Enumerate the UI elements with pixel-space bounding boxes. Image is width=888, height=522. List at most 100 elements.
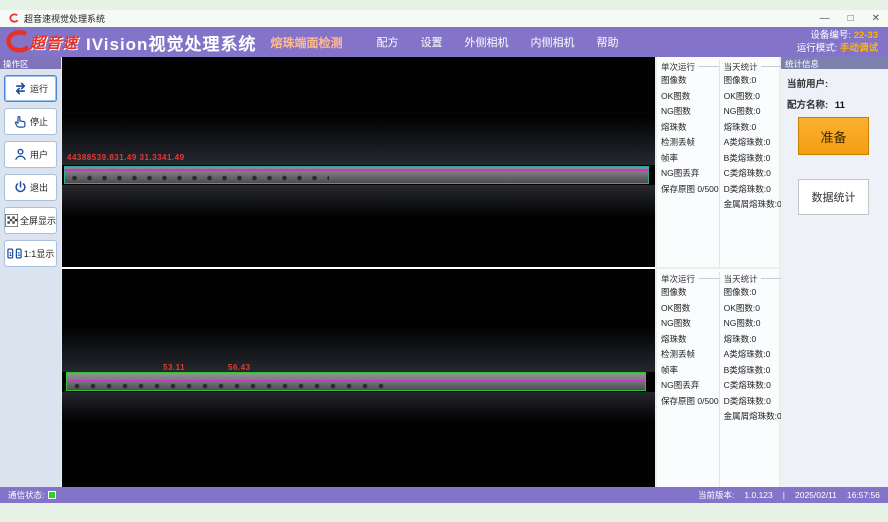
stat-row: A类熔珠数:0 — [724, 347, 782, 363]
today-column: 当天统计 图像数:0OK图数:0NG图数:0熔珠数:0A类熔珠数:0B类熔珠数:… — [719, 60, 782, 267]
stat-row: OK图数 — [661, 301, 719, 317]
hand-stop-icon — [13, 114, 28, 129]
stat-row: 熔珠数:0 — [724, 332, 782, 348]
menu-item[interactable]: 外侧相机 — [464, 34, 508, 50]
application-window: 超音速视觉处理系统 — □ ✕ 超音速 IVision视觉处理系统 熔珠端面检测… — [0, 0, 888, 522]
version-label: 当前版本: — [698, 489, 734, 501]
info-panel: 统计信息 当前用户: 配方名称: 11 准备 数据统计 — [781, 57, 888, 487]
stat-row: D类熔珠数:0 — [724, 182, 782, 198]
one-to-one-button-label: 1:1显示 — [24, 247, 55, 260]
detect-line — [65, 169, 648, 171]
brand-swoosh-icon — [4, 30, 30, 54]
stat-row: 熔珠数 — [661, 120, 719, 136]
data-statistics-button[interactable]: 数据统计 — [798, 179, 869, 215]
titlebar: 超音速视觉处理系统 — □ ✕ — [0, 10, 888, 27]
current-user-label: 当前用户: — [787, 79, 828, 90]
stat-row: OK图数:0 — [724, 89, 782, 105]
image-gradient-band — [62, 392, 655, 424]
menu-item[interactable]: 内侧相机 — [530, 34, 574, 50]
stat-row: 帧率 — [661, 151, 719, 167]
run-mode-label: 运行模式: — [797, 43, 838, 54]
fullscreen-grid-icon — [5, 214, 18, 227]
stat-row: 图像数 — [661, 73, 719, 89]
stat-row: NG图数:0 — [724, 316, 782, 332]
info-panel-header: 统计信息 — [781, 57, 888, 69]
single-run-column: 单次运行 图像数OK图数NG图数熔珠数检测丢帧帧率NG图丢弃保存原图 0/500 — [661, 60, 719, 267]
user-button[interactable]: 用户 — [4, 141, 57, 168]
group-title: 单次运行 — [661, 272, 719, 285]
recipe-name-label: 配方名称: — [787, 100, 828, 111]
stat-row: 检测丢帧 — [661, 347, 719, 363]
separator: | — [783, 490, 785, 500]
inner-camera-viewport[interactable]: 53.11 56.43 — [62, 269, 655, 487]
menu-item[interactable]: 帮助 — [596, 34, 618, 50]
device-info-block: 设备编号: 22-33 运行模式: 手动调试 — [797, 29, 878, 55]
fullscreen-button-label: 全屏显示 — [20, 214, 56, 227]
status-bar: 通信状态: 当前版本: 1.0.123 | 2025/02/11 16:57:5… — [0, 487, 888, 503]
run-button[interactable]: 运行 — [4, 75, 57, 102]
stat-row: OK图数:0 — [724, 301, 782, 317]
single-run-column: 单次运行 图像数OK图数NG图数熔珠数检测丢帧帧率NG图丢弃保存原图 0/500 — [661, 272, 719, 487]
roi-box — [64, 166, 649, 184]
exit-button[interactable]: 退出 — [4, 174, 57, 201]
roi-box — [66, 372, 646, 391]
operation-sidebar: 操作区 运行 停止 用户 退出 — [0, 57, 61, 487]
group-title: 单次运行 — [661, 60, 719, 73]
one-to-one-icon: 1 1 — [7, 247, 22, 260]
today-column: 当天统计 图像数:0OK图数:0NG图数:0熔珠数:0A类熔珠数:0B类熔珠数:… — [719, 272, 782, 487]
maximize-button[interactable]: □ — [848, 14, 854, 24]
group-title: 当天统计 — [724, 272, 782, 285]
stat-row: NG图数:0 — [724, 104, 782, 120]
version-info: 当前版本: 1.0.123 | 2025/02/11 16:57:56 — [698, 489, 880, 501]
stat-row: NG图丢弃 — [661, 166, 719, 182]
stat-row: 图像数:0 — [724, 285, 782, 301]
stat-row: C类熔珠数:0 — [724, 378, 782, 394]
prepare-button[interactable]: 准备 — [798, 117, 869, 155]
image-gradient-band — [62, 185, 655, 219]
minimize-button[interactable]: — — [820, 14, 830, 24]
user-button-label: 用户 — [30, 148, 48, 161]
close-button[interactable]: ✕ — [872, 14, 880, 24]
stat-row: 熔珠数 — [661, 332, 719, 348]
sidebar-header: 操作区 — [0, 57, 61, 69]
status-time: 16:57:56 — [847, 490, 880, 500]
stat-row: NG图数 — [661, 104, 719, 120]
stop-button[interactable]: 停止 — [4, 108, 57, 135]
one-to-one-button[interactable]: 1 1 1:1显示 — [4, 240, 57, 267]
measure-value-right: 56.43 — [228, 363, 251, 372]
stats-panel-top: 单次运行 图像数OK图数NG图数熔珠数检测丢帧帧率NG图丢弃保存原图 0/500… — [657, 57, 779, 267]
stats-panel-bottom: 单次运行 图像数OK图数NG图数熔珠数检测丢帧帧率NG图丢弃保存原图 0/500… — [657, 269, 779, 487]
stat-row: OK图数 — [661, 89, 719, 105]
group-title: 当天统计 — [724, 60, 782, 73]
fullscreen-button[interactable]: 全屏显示 — [4, 207, 57, 234]
menu-item[interactable]: 配方 — [376, 34, 398, 50]
stat-row: 保存原图 0/500 — [661, 394, 719, 410]
stat-row: D类熔珠数:0 — [724, 394, 782, 410]
menu-item[interactable]: 设置 — [420, 34, 442, 50]
user-icon — [13, 147, 28, 162]
stat-row: B类熔珠数:0 — [724, 363, 782, 379]
svg-text:1: 1 — [17, 252, 20, 258]
current-user-row: 当前用户: — [787, 76, 888, 90]
comm-status-indicator — [48, 491, 56, 499]
version-value: 1.0.123 — [744, 490, 772, 500]
measurement-annotation: 44388539.831.49 31.3341.49 — [67, 153, 185, 162]
exit-button-label: 退出 — [30, 181, 48, 194]
stat-row: 保存原图 0/500 — [661, 182, 719, 198]
page-subtitle: 熔珠端面检测 — [270, 34, 342, 51]
stat-row: 检测丢帧 — [661, 135, 719, 151]
image-gradient-band — [62, 325, 655, 372]
device-number-value: 22-33 — [854, 30, 878, 41]
status-date: 2025/02/11 — [795, 490, 837, 500]
brand-logo-text: 超音速 — [30, 32, 78, 53]
stat-row: 熔珠数:0 — [724, 120, 782, 136]
stat-row: 帧率 — [661, 363, 719, 379]
stat-row: 图像数 — [661, 285, 719, 301]
measure-value-left: 53.11 — [163, 363, 185, 372]
outer-camera-viewport[interactable]: 44388539.831.49 31.3341.49 — [62, 57, 655, 267]
comm-status-label: 通信状态: — [8, 489, 44, 501]
recipe-name-value: 11 — [835, 100, 845, 111]
stat-row: NG图数 — [661, 316, 719, 332]
stat-row: NG图丢弃 — [661, 378, 719, 394]
stat-row: B类熔珠数:0 — [724, 151, 782, 167]
